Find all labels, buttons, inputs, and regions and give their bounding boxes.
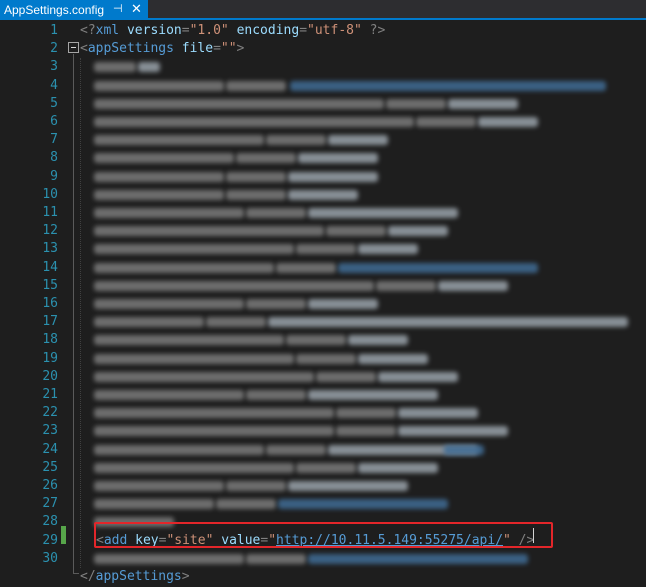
tab-bar: AppSettings.config ⊣ ✕ [0,0,646,20]
line-number: 27 [42,496,58,512]
pin-icon[interactable]: ⊣ [113,2,123,15]
line-number: 14 [42,259,58,275]
line-number-gutter: 1 2 3 4 5 6 7 8 9 10 11 12 13 14 15 16 1… [0,20,76,587]
collapse-toggle-icon[interactable] [68,42,79,53]
highlight-box [94,522,553,548]
line-number: 22 [42,405,58,421]
line-number: 26 [42,478,58,493]
line-number: 30 [42,550,58,566]
outline-fold-line [73,54,74,574]
line-number: 1 [50,23,58,38]
line-number: 11 [42,205,58,220]
change-marker [61,526,66,544]
close-icon[interactable]: ✕ [131,1,142,17]
code-editor[interactable]: <?xml version="1.0" encoding="utf-8" ?> … [80,20,646,587]
line-number: 24 [42,441,58,457]
line-number: 25 [42,459,58,475]
code-line-30: </appSettings> [80,569,190,584]
line-number: 16 [42,296,58,311]
line-number: 20 [42,368,58,384]
text-cursor [533,528,534,543]
line-number: 13 [42,241,58,257]
line-number: 23 [42,423,58,439]
line-number: 15 [42,277,58,293]
line-number: 5 [50,95,58,111]
line-number [0,568,58,586]
line-number: 9 [50,168,58,184]
code-line-1: <?xml version="1.0" encoding="utf-8" ?> [80,23,386,38]
line-number: 19 [42,350,58,366]
line-number: 2 [50,41,58,57]
line-number: 4 [50,77,58,93]
tab-appsettings-config[interactable]: AppSettings.config ⊣ ✕ [0,0,148,20]
line-number: 17 [42,314,58,330]
line-number: 8 [50,150,58,166]
line-number: 29 [42,532,58,548]
outline-fold-end [73,573,79,574]
tab-title: AppSettings.config [4,3,105,17]
line-number: 6 [50,114,58,129]
line-number: 12 [42,223,58,239]
line-number: 21 [42,387,58,402]
line-number: 28 [42,514,58,530]
line-number: 7 [50,132,58,148]
line-number: 3 [50,59,58,75]
line-number: 10 [42,186,58,202]
line-number: 18 [42,332,58,348]
code-line-2: <appSettings file=""> [80,41,245,57]
